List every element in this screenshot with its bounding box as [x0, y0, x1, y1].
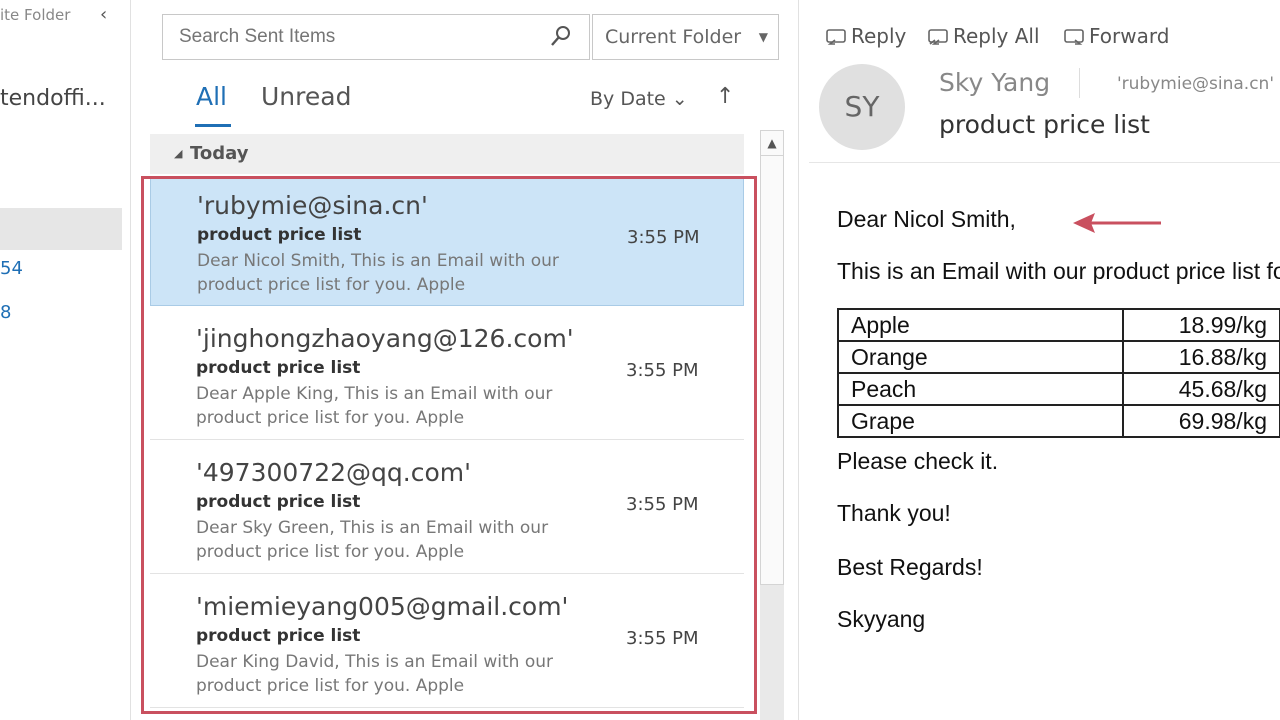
message-list-pane: Current Folder ▼ All Unread By Date ⌄ ↑ … [140, 0, 790, 720]
reply-button[interactable]: Reply [825, 24, 906, 48]
reading-pane: Reply Reply All Forward SY Sky Yang 'rub… [798, 0, 1280, 720]
message-preview: Dear Sky Green, This is an Email with ou… [196, 518, 549, 562]
price-value: 69.98/kg [1122, 404, 1280, 438]
message-preview: Dear Apple King, This is an Email with o… [196, 384, 553, 428]
header-divider [809, 162, 1280, 163]
email-check-line: Please check it. [837, 448, 999, 474]
message-subject: product price list [196, 358, 361, 378]
message-time: 3:55 PM [626, 494, 699, 515]
table-row: Apple 18.99/kg [836, 308, 1280, 342]
message-item[interactable]: 'jinghongzhaoyang@126.com' product price… [150, 312, 744, 440]
selected-folder[interactable] [0, 208, 122, 250]
message-preview: Dear Nicol Smith, This is an Email with … [197, 251, 559, 295]
forward-button[interactable]: Forward [1063, 24, 1169, 48]
table-row: Peach 45.68/kg [836, 372, 1280, 406]
group-header-today[interactable]: ◢ Today [150, 134, 744, 174]
message-subject: product price list [196, 492, 361, 512]
reply-all-button[interactable]: Reply All [927, 24, 1040, 48]
header-separator [1079, 68, 1080, 98]
price-item: Peach [836, 372, 1125, 406]
message-time: 3:55 PM [626, 360, 699, 381]
price-item: Apple [836, 308, 1125, 342]
email-greeting: Dear Nicol Smith, [837, 206, 1016, 232]
scroll-up-arrow-icon[interactable]: ▲ [761, 131, 783, 156]
chevron-left-icon[interactable]: ‹ [100, 4, 107, 25]
search-scope-dropdown[interactable]: Current Folder ▼ [592, 14, 779, 60]
recipient-address[interactable]: 'rubymie@sina.cn' [1117, 74, 1274, 94]
message-sender: '497300722@qq.com' [196, 458, 471, 487]
folder-pane-header: ite Folder [0, 6, 71, 24]
message-preview: Dear King David, This is an Email with o… [196, 652, 554, 696]
message-list-scrollbar[interactable]: ▲ [760, 130, 784, 585]
folder-unread-count: 54 [0, 258, 23, 279]
chevron-down-icon: ⌄ [671, 88, 688, 110]
message-sender: 'miemieyang005@gmail.com' [196, 592, 569, 621]
avatar[interactable]: SY [819, 64, 905, 150]
forward-icon [1064, 29, 1084, 45]
message-subject: product price list [197, 225, 362, 245]
email-intro: This is an Email with our product price … [837, 258, 1280, 284]
reply-all-icon [928, 29, 948, 45]
email-regards: Best Regards! [837, 554, 983, 580]
folder-unread-count: 8 [0, 302, 12, 323]
sort-direction-button[interactable]: ↑ [716, 84, 734, 109]
message-item[interactable]: 'miemieyang005@gmail.com' product price … [150, 580, 744, 708]
scrollbar-track[interactable] [760, 585, 784, 720]
tab-all[interactable]: All [196, 82, 227, 111]
account-name[interactable]: tendoffi... [0, 86, 106, 111]
message-item[interactable]: 'rubymie@sina.cn' product price list Dea… [150, 178, 744, 306]
collapse-triangle-icon: ◢ [174, 147, 183, 160]
search-input[interactable] [163, 15, 541, 59]
active-tab-indicator [195, 124, 231, 127]
search-scope-label: Current Folder [605, 26, 742, 48]
message-sender: 'jinghongzhaoyang@126.com' [196, 324, 574, 353]
message-time: 3:55 PM [626, 628, 699, 649]
tab-unread[interactable]: Unread [261, 82, 351, 111]
folder-pane: ite Folder ‹ tendoffi... 54 8 [0, 0, 131, 720]
email-subject: product price list [939, 110, 1150, 139]
search-box[interactable] [162, 14, 590, 60]
annotation-arrow-icon [1073, 213, 1161, 233]
price-item: Grape [836, 404, 1125, 438]
sender-name[interactable]: Sky Yang [939, 68, 1050, 97]
price-item: Orange [836, 340, 1125, 374]
message-time: 3:55 PM [627, 227, 700, 248]
email-thanks: Thank you! [837, 500, 951, 526]
price-value: 18.99/kg [1122, 308, 1280, 342]
price-value: 45.68/kg [1122, 372, 1280, 406]
chevron-down-icon: ▼ [758, 30, 768, 44]
search-icon[interactable] [549, 24, 573, 48]
message-item[interactable]: '497300722@qq.com' product price list De… [150, 446, 744, 574]
price-value: 16.88/kg [1122, 340, 1280, 374]
reply-icon [826, 29, 846, 45]
table-row: Orange 16.88/kg [836, 340, 1280, 374]
message-subject: product price list [196, 626, 361, 646]
message-sender: 'rubymie@sina.cn' [197, 191, 428, 220]
sort-dropdown[interactable]: By Date ⌄ [590, 88, 688, 110]
table-row: Grape 69.98/kg [836, 404, 1280, 438]
price-table: Apple 18.99/kg Orange 16.88/kg Peach 45.… [836, 308, 1280, 438]
email-signature: Skyyang [837, 606, 926, 632]
